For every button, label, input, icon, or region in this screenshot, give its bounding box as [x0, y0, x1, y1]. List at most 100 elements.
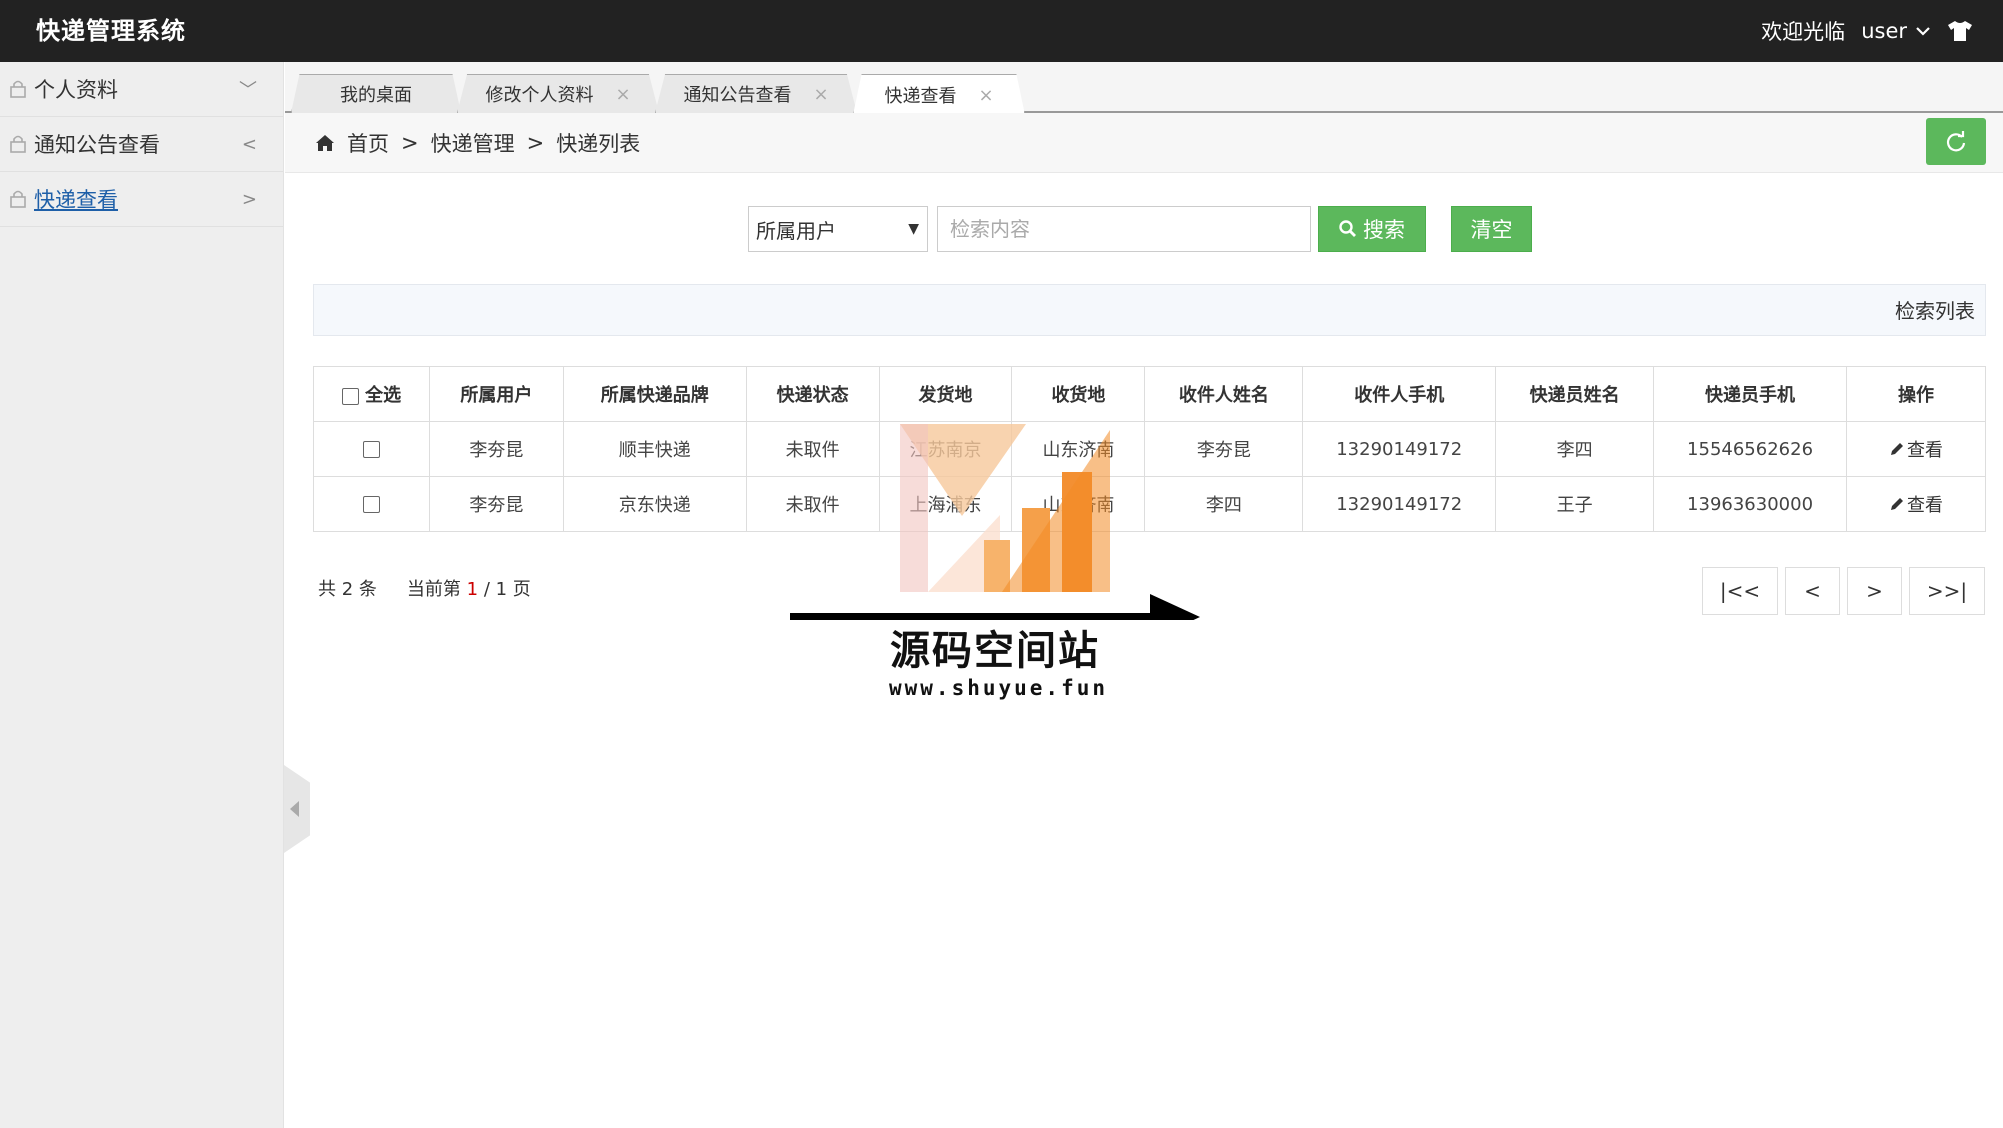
clear-button[interactable]: 清空 [1451, 206, 1532, 252]
pencil-icon [1891, 498, 1903, 510]
search-input[interactable] [937, 206, 1311, 252]
breadcrumb-level1[interactable]: 快递管理 [431, 128, 515, 158]
breadcrumb-bar: 首页 > 快递管理 > 快递列表 [285, 113, 2003, 173]
table-cell: 13963630000 [1653, 476, 1848, 532]
table-cell: 山东济南 [1011, 476, 1146, 532]
sidebar-item-express[interactable]: 快递查看 > [0, 172, 283, 227]
column-header: 收件人手机 [1302, 366, 1497, 422]
welcome-text: 欢迎光临 [1761, 20, 1846, 44]
prev-page-button[interactable]: < [1785, 567, 1840, 615]
search-icon [1339, 220, 1356, 237]
column-header: 收货地 [1011, 366, 1146, 422]
breadcrumb-separator: > [401, 131, 419, 155]
total-count: 共 2 条 [318, 579, 377, 600]
table-cell: 未取件 [745, 476, 880, 532]
lock-icon [10, 80, 26, 98]
first-page-button[interactable]: |<< [1702, 567, 1778, 615]
chevron-right-icon: > [241, 188, 257, 210]
pencil-icon [1891, 443, 1903, 455]
refresh-button[interactable] [1926, 118, 1986, 165]
close-icon[interactable]: × [813, 84, 828, 105]
view-link-label: 查看 [1907, 495, 1943, 516]
last-page-button[interactable]: >>| [1909, 567, 1985, 615]
select-all-checkbox[interactable] [341, 387, 359, 405]
table-cell: 李夯昆 [1144, 421, 1304, 477]
search-field-select[interactable]: 所属用户 ▼ [748, 206, 928, 252]
tab-desktop[interactable]: 我的桌面 [291, 74, 461, 113]
sidebar-item-profile[interactable]: 个人资料 ﹀ [0, 62, 283, 117]
table-header-row: 全选 所属用户 所属快递品牌 快递状态 发货地 收货地 收件人姓名 收件人手机 … [313, 366, 1986, 422]
watermark-url: www.shuyue.fun [889, 676, 1109, 700]
chevron-down-icon: ▼ [908, 221, 919, 237]
current-page-prefix: 当前第 [406, 579, 461, 600]
view-link[interactable]: 查看 [1889, 436, 1943, 462]
tshirt-icon[interactable] [1947, 20, 1973, 42]
table-cell: 李四 [1495, 421, 1655, 477]
column-header: 快递员手机 [1653, 366, 1848, 422]
table-cell: 李夯昆 [428, 421, 564, 477]
list-panel-header: 检索列表 [313, 284, 1986, 336]
current-page-suffix: / 1 页 [483, 579, 531, 600]
refresh-icon [1946, 130, 1966, 151]
panel-title: 检索列表 [1895, 299, 1975, 323]
sidebar: 个人资料 ﹀ 通知公告查看 < 快递查看 > [0, 62, 284, 1128]
breadcrumb: 首页 > 快递管理 > 快递列表 [315, 113, 640, 173]
table-row: 李夯昆 京东快递 未取件 上海浦东 山东济南 李四 13290149172 王子… [313, 476, 1986, 532]
close-icon[interactable]: × [615, 84, 630, 105]
tab-notices[interactable]: 通知公告查看 × [655, 74, 857, 113]
column-header: 操作 [1846, 366, 1986, 422]
app-title: 快递管理系统 [36, 17, 186, 45]
user-menu[interactable]: user [1861, 19, 1931, 43]
tab-label: 修改个人资料 [485, 85, 594, 106]
chevron-down-icon [1916, 27, 1930, 36]
clear-button-label: 清空 [1470, 218, 1513, 242]
current-page-info: 当前第 1 / 1 页 [407, 575, 531, 601]
chevron-left-icon: < [241, 133, 257, 155]
select-value: 所属用户 [756, 218, 836, 243]
next-page-button[interactable]: > [1847, 567, 1902, 615]
breadcrumb-home[interactable]: 首页 [347, 128, 389, 158]
column-header: 所属用户 [428, 366, 564, 422]
table-cell: 李四 [1144, 476, 1304, 532]
tab-edit-profile[interactable]: 修改个人资料 × [457, 74, 659, 113]
column-header: 快递员姓名 [1495, 366, 1655, 422]
search-button-label: 搜索 [1363, 218, 1405, 242]
action-cell: 查看 [1846, 421, 1986, 477]
tab-express[interactable]: 快递查看 × [853, 74, 1025, 115]
table-cell: 李夯昆 [428, 476, 564, 532]
watermark-name: 源码空间站 [890, 628, 1100, 674]
search-button[interactable]: 搜索 [1318, 206, 1426, 252]
triangle-left-icon [289, 801, 299, 817]
row-checkbox[interactable] [362, 496, 380, 513]
table-cell: 江苏南京 [878, 421, 1013, 477]
view-link[interactable]: 查看 [1889, 491, 1943, 517]
sidebar-item-notices[interactable]: 通知公告查看 < [0, 117, 283, 172]
table-cell: 王子 [1495, 476, 1655, 532]
pagination: |<< < > >>| [1702, 567, 1985, 615]
search-row: 所属用户 ▼ 搜索 清空 [748, 205, 1532, 253]
table-cell: 顺丰快递 [562, 421, 747, 477]
tab-label: 通知公告查看 [683, 85, 792, 106]
column-header: 快递状态 [745, 366, 880, 422]
username: user [1861, 19, 1907, 43]
sidebar-item-label: 个人资料 [34, 78, 118, 102]
table-row: 李夯昆 顺丰快递 未取件 江苏南京 山东济南 李夯昆 13290149172 李… [313, 421, 1986, 477]
table-cell: 15546562626 [1653, 421, 1848, 477]
tab-label: 快递查看 [884, 86, 957, 107]
select-all-header[interactable]: 全选 [313, 366, 430, 422]
table-cell: 山东济南 [1011, 421, 1146, 477]
close-icon[interactable]: × [978, 85, 993, 106]
page-info: 共 2 条 当前第 1 / 1 页 [318, 575, 531, 601]
select-all-label: 全选 [365, 385, 402, 406]
row-checkbox[interactable] [362, 441, 380, 458]
table-cell: 京东快递 [562, 476, 747, 532]
sidebar-collapse-handle[interactable] [284, 765, 310, 853]
top-right-area: 欢迎光临 user [1761, 0, 1973, 62]
table-cell: 未取件 [745, 421, 880, 477]
action-cell: 查看 [1846, 476, 1986, 532]
top-bar: 快递管理系统 欢迎光临 user [0, 0, 2003, 62]
table-cell: 13290149172 [1302, 421, 1497, 477]
column-header: 收件人姓名 [1144, 366, 1304, 422]
express-table: 全选 所属用户 所属快递品牌 快递状态 发货地 收货地 收件人姓名 收件人手机 … [313, 366, 1986, 532]
current-page-number: 1 [466, 579, 479, 600]
